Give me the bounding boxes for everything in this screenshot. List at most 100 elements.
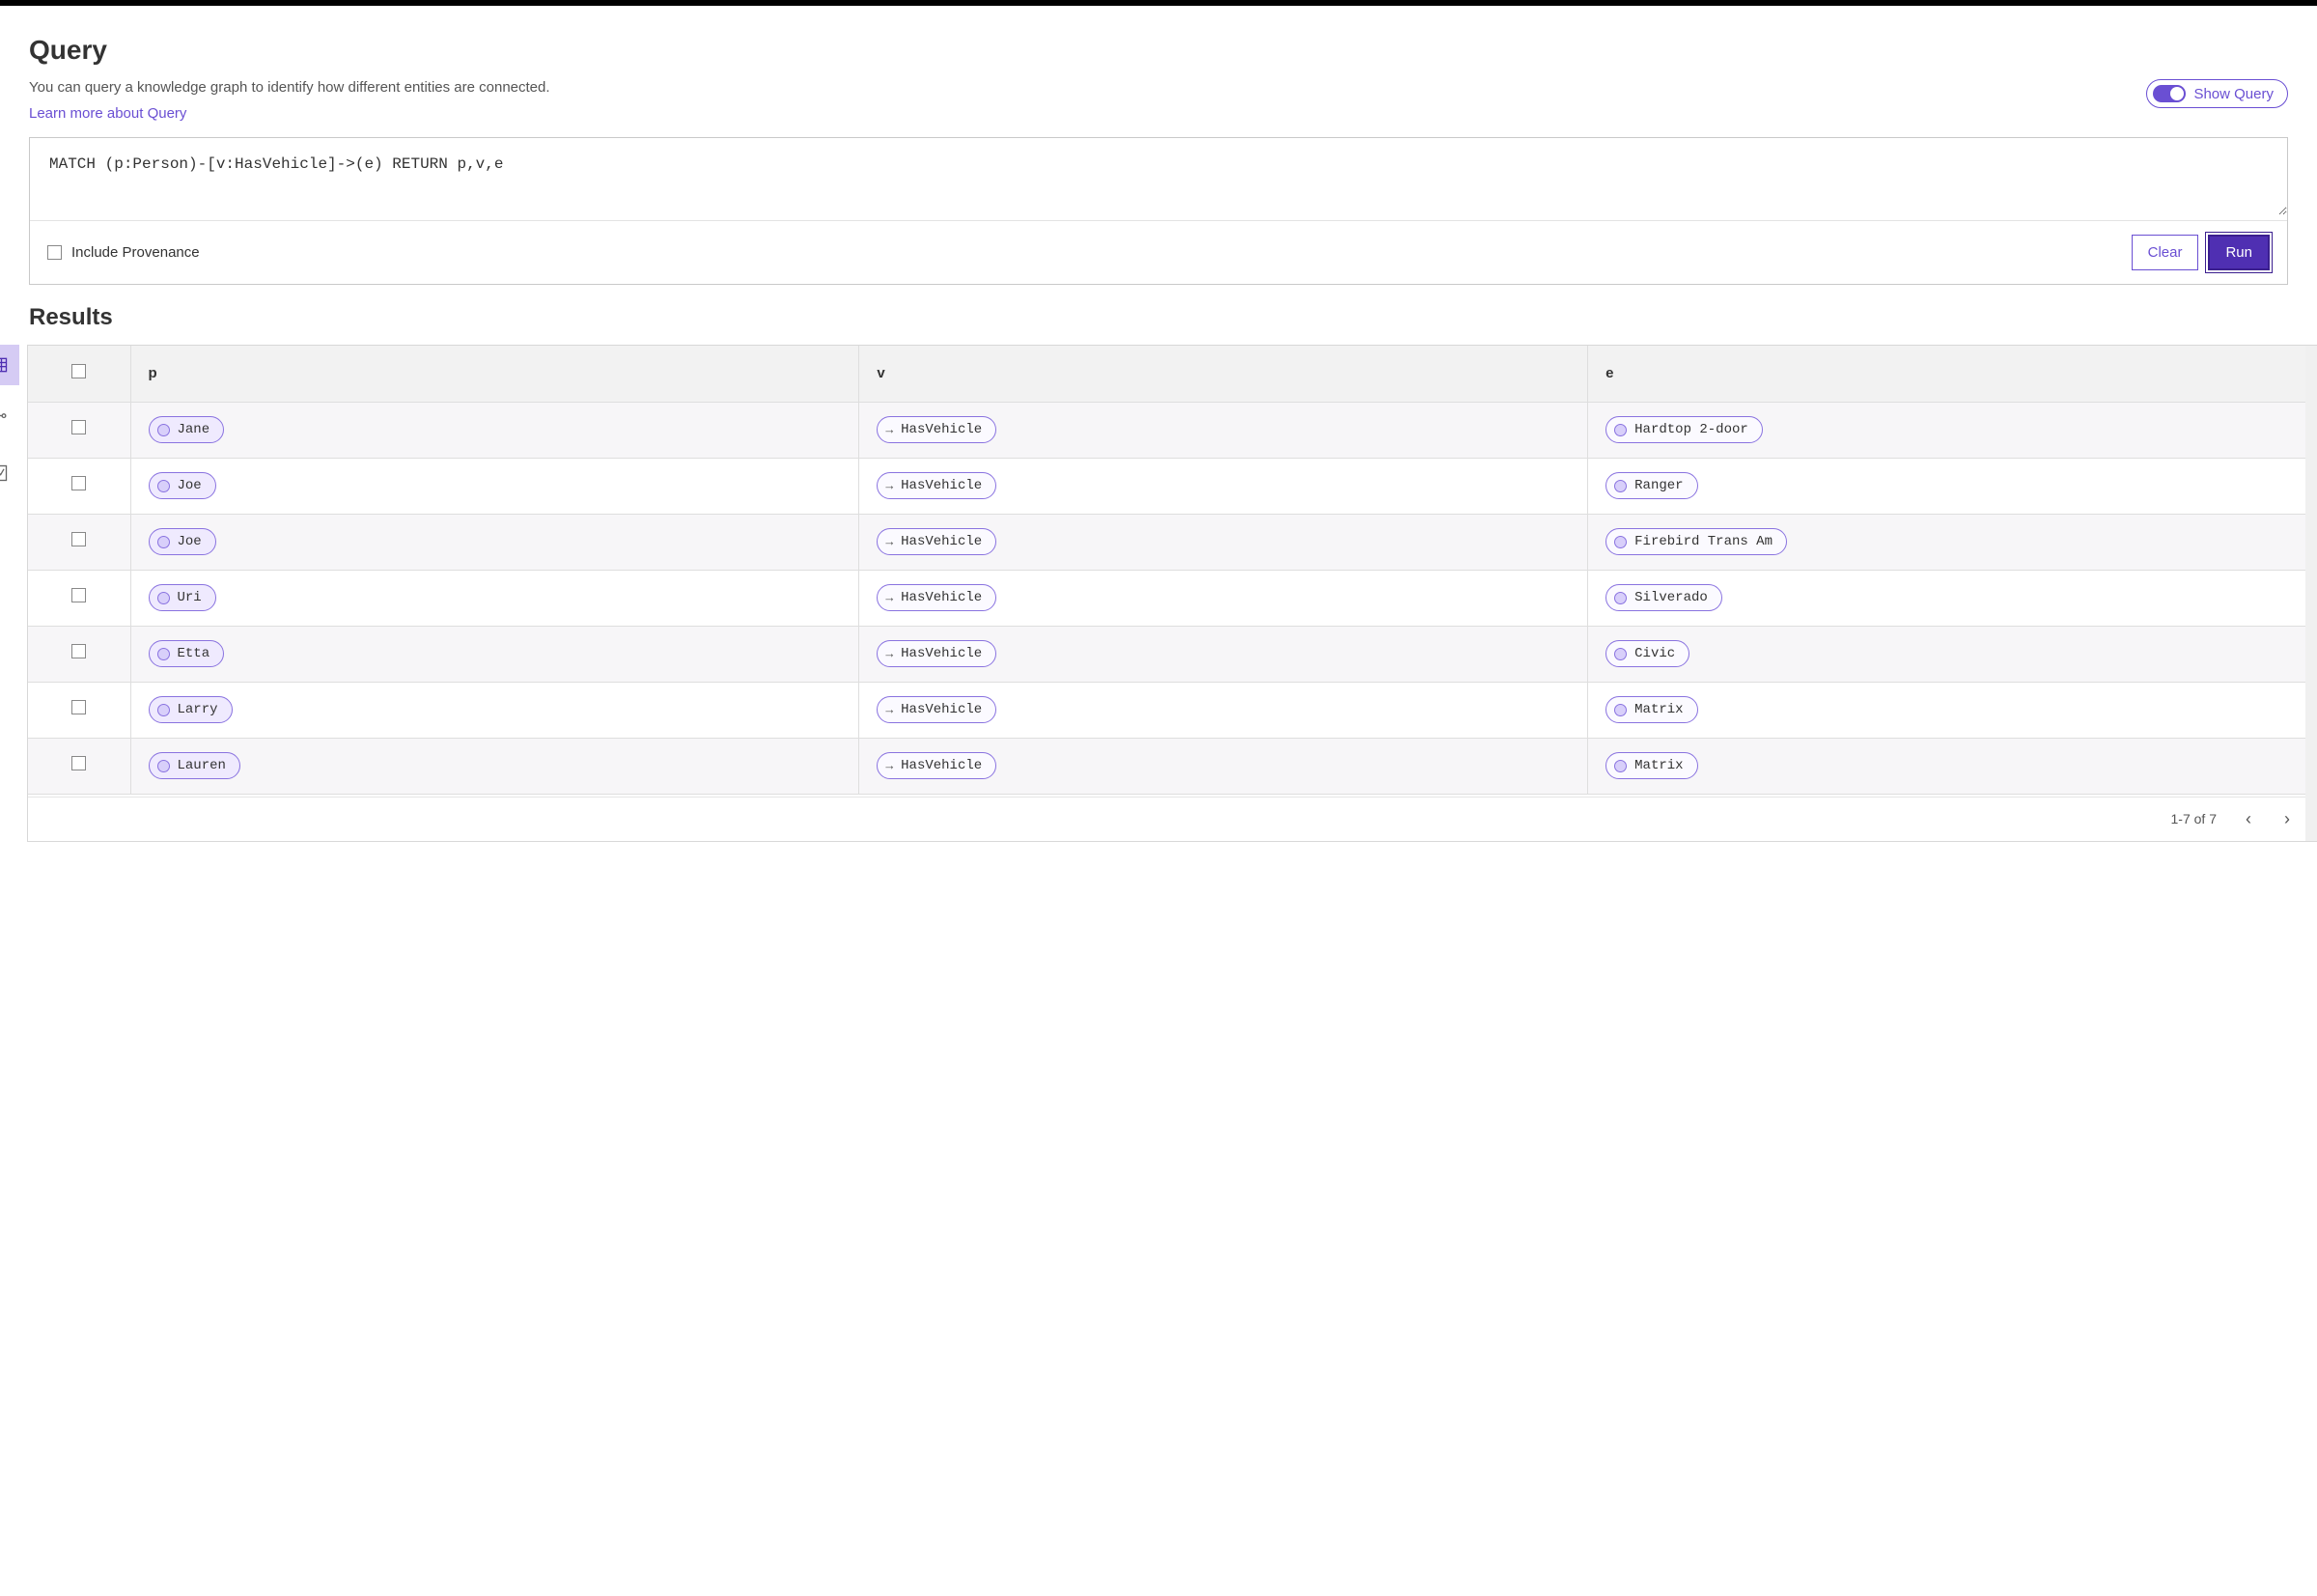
entity-dot-icon [1614,592,1627,604]
show-query-toggle[interactable]: Show Query [2146,79,2288,108]
entity-pill[interactable]: Matrix [1605,752,1697,779]
checkbox-icon [71,532,86,546]
relation-pill[interactable]: → HasVehicle [877,640,996,667]
results-view-tabs [0,345,27,842]
relation-label: HasVehicle [901,478,982,493]
entity-label: Civic [1634,646,1675,661]
toggle-switch-icon [2153,85,2186,102]
entity-pill[interactable]: Etta [149,640,225,667]
entity-label: Jane [178,422,210,437]
results-table: p v e Jane → HasVehicle Hardtop 2-door Joe → H… [28,346,2317,739]
relation-label: HasVehicle [901,646,982,661]
row-select[interactable] [28,570,130,626]
entity-dot-icon [157,536,170,548]
entity-dot-icon [157,480,170,492]
entity-dot-icon [1614,480,1627,492]
row-select[interactable] [28,458,130,514]
row-select[interactable] [28,626,130,682]
entity-pill[interactable]: Hardtop 2-door [1605,416,1763,443]
entity-dot-icon [157,704,170,716]
arrow-right-icon: → [885,535,893,549]
results-pager: 1-7 of 7 ‹ › [28,797,2317,841]
column-header-e[interactable]: e [1588,346,2317,402]
checkbox-icon [71,644,86,658]
arrow-right-icon: → [885,479,893,493]
scrollbar[interactable] [2305,346,2317,841]
checkbox-icon [71,756,86,770]
entity-pill[interactable]: Joe [149,472,216,499]
run-button[interactable]: Run [2208,235,2270,270]
include-provenance-label: Include Provenance [71,244,200,261]
arrow-right-icon: → [885,423,893,437]
entity-pill[interactable]: Silverado [1605,584,1722,611]
entity-label: Joe [178,534,202,549]
relation-pill[interactable]: → HasVehicle [877,752,996,779]
row-select[interactable] [28,682,130,738]
entity-pill[interactable]: Uri [149,584,216,611]
entity-pill[interactable]: Firebird Trans Am [1605,528,1787,555]
checkbox-icon [47,245,62,260]
query-input[interactable] [30,138,2287,215]
table-row: Jane → HasVehicle Hardtop 2-door [28,402,2317,458]
table-icon [0,355,9,375]
entity-pill[interactable]: Jane [149,416,225,443]
chart-view-tab[interactable] [0,453,19,493]
relation-label: HasVehicle [901,702,982,717]
entity-label: Joe [178,478,202,493]
page-subtitle: You can query a knowledge graph to ident… [29,79,550,96]
table-view-tab[interactable] [0,345,19,385]
relation-pill[interactable]: →HasVehicle [877,696,996,723]
relation-pill[interactable]: → HasVehicle [877,528,996,555]
relation-pill[interactable]: → HasVehicle [877,472,996,499]
relation-label: HasVehicle [901,758,982,773]
table-row: Joe → HasVehicle Firebird Trans Am [28,514,2317,570]
row-select[interactable] [28,402,130,458]
entity-pill[interactable]: Lauren [149,752,240,779]
relation-label: HasVehicle [901,534,982,549]
relation-pill[interactable]: → HasVehicle [877,416,996,443]
entity-label: Silverado [1634,590,1708,605]
arrow-right-icon: → [885,759,893,773]
entity-dot-icon [1614,648,1627,660]
relation-label: HasVehicle [901,590,982,605]
pager-next-button[interactable]: › [2280,809,2294,829]
clear-button[interactable]: Clear [2132,235,2199,270]
row-select[interactable] [28,739,130,795]
entity-dot-icon [1614,424,1627,436]
arrow-right-icon: → [885,591,893,605]
entity-pill[interactable]: Ranger [1605,472,1697,499]
include-provenance-checkbox[interactable]: Include Provenance [47,244,200,261]
table-row: Lauren → HasVehicle Matrix [28,739,2317,795]
relation-pill[interactable]: → HasVehicle [877,584,996,611]
column-header-p[interactable]: p [130,346,859,402]
column-header-v[interactable]: v [859,346,1588,402]
entity-dot-icon [1614,536,1627,548]
pager-prev-button[interactable]: ‹ [2242,809,2255,829]
select-all-header[interactable] [28,346,130,402]
entity-pill[interactable]: Larry [149,696,233,723]
entity-dot-icon [1614,704,1627,716]
pager-status: 1-7 of 7 [2171,811,2217,826]
show-query-label: Show Query [2193,86,2274,102]
entity-dot-icon [157,760,170,772]
arrow-right-icon: → [885,647,893,661]
entity-pill[interactable]: Civic [1605,640,1689,667]
entity-dot-icon [1614,760,1627,772]
relation-label: HasVehicle [901,422,982,437]
entity-label: Firebird Trans Am [1634,534,1773,549]
checkbox-icon [71,364,86,378]
graph-icon [0,409,9,429]
checkbox-icon [71,588,86,602]
row-select[interactable] [28,514,130,570]
table-row: Larry →HasVehicle Matrix [28,682,2317,738]
entity-dot-icon [157,592,170,604]
entity-pill[interactable]: Joe [149,528,216,555]
graph-view-tab[interactable] [0,399,19,439]
learn-more-link[interactable]: Learn more about Query [29,105,550,122]
results-table-container: p v e Jane → HasVehicle Hardtop 2-door Joe → H… [27,345,2317,842]
entity-pill[interactable]: Matrix [1605,696,1697,723]
results-title: Results [29,304,2288,331]
entity-label: Hardtop 2-door [1634,422,1748,437]
entity-label: Ranger [1634,478,1683,493]
entity-dot-icon [157,424,170,436]
